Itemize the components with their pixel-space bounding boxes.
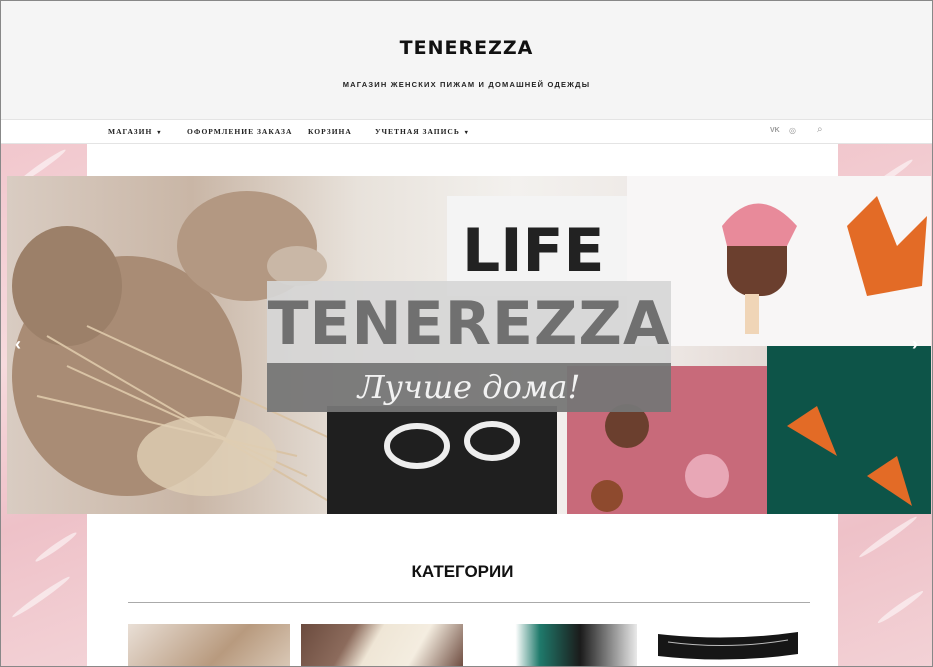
nav-item-shop[interactable]: МАГАЗИН ▾: [108, 127, 161, 136]
category-thumbnail-3[interactable]: [475, 624, 637, 667]
chevron-down-icon: ▾: [157, 130, 162, 136]
categories-heading: КАТЕГОРИИ: [411, 562, 514, 581]
category-thumbnail-4[interactable]: [648, 624, 810, 667]
nav-item-label: МАГАЗИН: [108, 127, 153, 136]
nav-item-label: ОФОРМЛЕНИЕ ЗАКАЗА: [187, 127, 293, 136]
svg-text:LIFE: LIFE: [462, 216, 605, 286]
nav-item-cart[interactable]: КОРЗИНА: [308, 127, 352, 136]
instagram-icon[interactable]: ◎: [789, 126, 796, 135]
site-tagline: МАГАЗИН ЖЕНСКИХ ПИЖАМ И ДОМАШНЕЙ ОДЕЖДЫ: [342, 80, 591, 89]
nav-item-checkout[interactable]: ОФОРМЛЕНИЕ ЗАКАЗА: [187, 127, 292, 136]
main-navigation: МАГАЗИН ▾ ОФОРМЛЕНИЕ ЗАКАЗА КОРЗИНА УЧЕТН…: [1, 119, 932, 144]
banner-slogan-text: Лучше дома!: [357, 368, 581, 406]
banner-brand-text: TENEREZZA: [267, 289, 671, 359]
category-thumbnail-1[interactable]: [128, 624, 290, 667]
slider-next-arrow-icon[interactable]: ›: [912, 334, 918, 355]
search-icon[interactable]: ⌕: [817, 124, 823, 135]
nav-item-account[interactable]: УЧЕТНАЯ ЗАПИСЬ ▾: [375, 127, 469, 136]
nav-item-label: УЧЕТНАЯ ЗАПИСЬ: [375, 127, 460, 136]
category-thumbnail-2[interactable]: [301, 624, 463, 667]
chevron-down-icon: ▾: [464, 130, 469, 136]
mask-image: [658, 632, 798, 660]
nav-item-label: КОРЗИНА: [308, 127, 352, 136]
vk-icon[interactable]: VK: [770, 127, 780, 134]
categories-divider: [128, 602, 810, 603]
slider-prev-arrow-icon[interactable]: ‹: [15, 334, 21, 355]
site-header: TENEREZZA МАГАЗИН ЖЕНСКИХ ПИЖАМ И ДОМАШН…: [1, 1, 932, 119]
hero-slider[interactable]: LIFE TENEREZZA Лучше дома! ‹ ›: [7, 176, 931, 514]
site-logo[interactable]: TENEREZZA: [1, 37, 932, 59]
